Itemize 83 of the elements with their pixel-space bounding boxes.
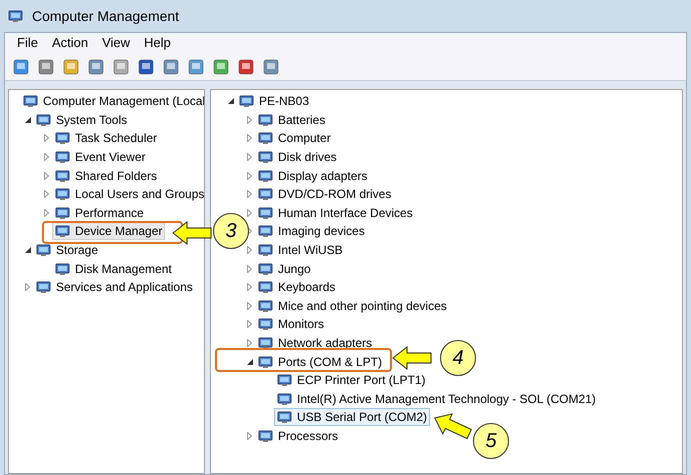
tree-item[interactable]: Shared Folders (52, 166, 160, 185)
tree-item[interactable]: Computer (255, 129, 334, 148)
device-icon (258, 354, 274, 370)
tree-item[interactable]: Ports (COM & LPT) (255, 352, 386, 371)
tree-item[interactable]: Task Scheduler (52, 129, 160, 148)
tree-item[interactable]: Local Users and Groups (52, 185, 204, 204)
tree-item[interactable]: Services and Applications (33, 278, 196, 296)
tree-item[interactable]: Monitors (255, 315, 328, 334)
tree-item[interactable]: Network adapters (255, 334, 376, 352)
toolbar-icon[interactable] (161, 56, 181, 76)
device-icon (55, 260, 71, 277)
menu-item[interactable]: File (11, 33, 44, 53)
tree-item[interactable]: Storage (33, 241, 102, 260)
device-icon (258, 204, 274, 221)
arrow-icon (172, 221, 212, 245)
tree-item[interactable]: Performance (52, 204, 147, 222)
tree-item[interactable]: DVD/CD-ROM drives (255, 185, 394, 204)
tree-item[interactable]: ECP Printer Port (LPT1) (274, 371, 428, 390)
toolbar-icon[interactable] (211, 56, 231, 76)
tree-item[interactable]: Processors (255, 426, 342, 445)
toolbar-icon[interactable] (186, 56, 206, 76)
device-icon (258, 168, 274, 184)
tree-item[interactable]: Display adapters (255, 166, 370, 185)
device-icon (36, 242, 52, 258)
tree-item[interactable]: Human Interface Devices (255, 204, 416, 222)
collapse-icon[interactable] (228, 98, 234, 104)
menu-item[interactable]: Help (138, 33, 177, 53)
tree-item[interactable]: Event Viewer (52, 148, 148, 166)
toolbar-icon[interactable] (111, 56, 131, 76)
toolbar-icon[interactable] (236, 56, 256, 76)
arrow-icon (392, 346, 432, 370)
tree-item[interactable]: Mice and other pointing devices (255, 296, 450, 315)
device-icon (258, 149, 274, 166)
device-icon (55, 186, 71, 202)
device-icon (8, 8, 24, 24)
tree-item[interactable]: Intel(R) Active Management Technology - SOL (COM21) (274, 390, 599, 408)
device-icon (258, 298, 274, 314)
toolbar-icon[interactable] (136, 56, 156, 76)
collapse-icon[interactable] (24, 247, 30, 254)
tree-item[interactable]: Batteries (255, 110, 328, 129)
toolbar-icon[interactable] (261, 56, 281, 76)
toolbar-icon[interactable] (86, 56, 106, 76)
tree-item[interactable]: Intel WiUSB (255, 241, 346, 260)
tree-item[interactable]: System Tools (33, 110, 130, 129)
window-title: Computer Management (32, 6, 180, 26)
tree-item[interactable]: Device Manager (52, 222, 166, 240)
collapse-icon[interactable] (246, 358, 252, 365)
device-icon (258, 130, 274, 146)
device-icon (258, 428, 274, 444)
expand-icon[interactable] (247, 227, 252, 236)
device-icon (55, 223, 71, 240)
device-icon (277, 390, 293, 407)
device-icon (36, 112, 52, 128)
tree-item[interactable]: Computer Management (Local (20, 92, 204, 110)
tree-item[interactable]: Imaging devices (255, 222, 368, 240)
toolbar-icon[interactable] (61, 56, 81, 76)
menu-item[interactable]: Action (46, 33, 94, 53)
device-icon (258, 186, 274, 202)
tree-item[interactable]: Disk Management (52, 260, 175, 278)
device-icon (258, 316, 274, 332)
device-icon (55, 168, 71, 184)
device-icon (258, 279, 274, 296)
tree-item[interactable]: Keyboards (255, 278, 338, 296)
tree-item[interactable]: Jungo (255, 260, 314, 278)
device-icon (55, 204, 71, 221)
tree-item[interactable]: PE-NB03 (236, 92, 312, 110)
device-icon (258, 260, 274, 277)
toolbar-icon[interactable] (36, 56, 56, 76)
device-icon (36, 279, 52, 296)
tree-item[interactable]: USB Serial Port (COM2) (274, 408, 430, 426)
menu-item[interactable]: View (96, 33, 136, 53)
device-icon (239, 93, 255, 110)
tree-item[interactable]: Disk drives (255, 148, 340, 166)
device-icon (55, 149, 71, 166)
toolbar-icon[interactable] (11, 56, 31, 76)
device-icon (258, 242, 274, 258)
device-icon (277, 372, 293, 388)
device-icon (23, 93, 39, 110)
collapse-icon[interactable] (24, 116, 30, 123)
device-icon (258, 223, 274, 240)
device-icon (55, 130, 71, 146)
device-icon (277, 409, 293, 426)
device-icon (258, 112, 274, 128)
